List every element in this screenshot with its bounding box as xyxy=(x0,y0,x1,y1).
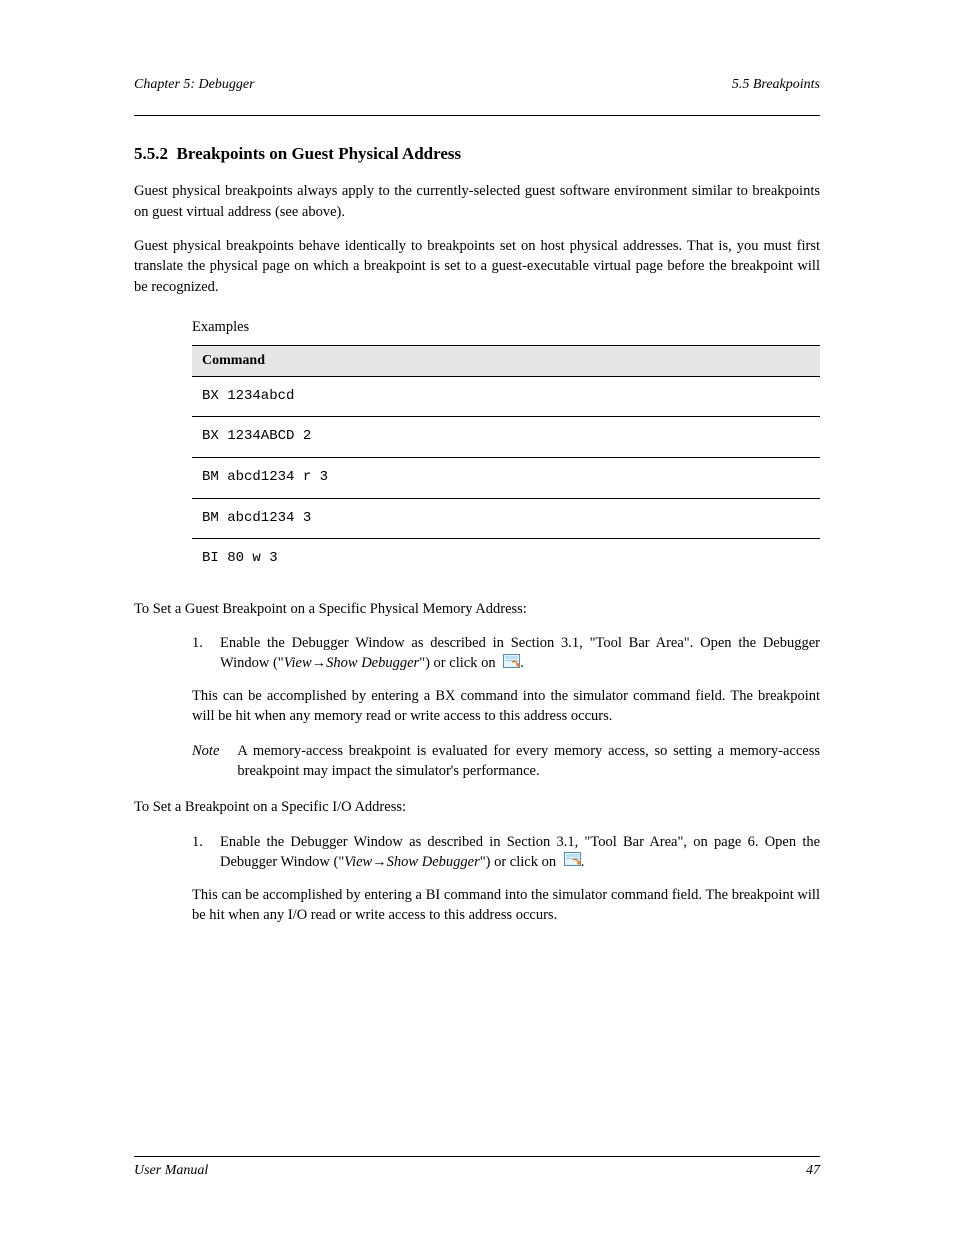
proc2-step-1: 1. Enable the Debugger Window as describ… xyxy=(192,832,820,873)
table-row: BM abcd1234 r 3 xyxy=(192,457,820,498)
header-rule xyxy=(134,115,820,116)
table-row: BX 1234ABCD 2 xyxy=(192,417,820,458)
table-row: BI 80 w 3 xyxy=(192,539,820,579)
header-chapter-num: Chapter 5: Debugger xyxy=(134,75,255,95)
proc1-step-1: 1. Enable the Debugger Window as describ… xyxy=(192,633,820,674)
section-link[interactable]: Section 3.1 xyxy=(507,834,575,850)
menu-path: View→Show Debugger xyxy=(344,854,479,870)
intro-paragraph-1: Guest physical breakpoints always apply … xyxy=(134,181,820,222)
step-number: 1. xyxy=(192,633,210,653)
footer-doc-ref: User Manual xyxy=(134,1161,208,1181)
header-row: Chapter 5: Debugger 5.5 Breakpoints xyxy=(134,75,820,95)
footer: User Manual 47 xyxy=(134,1161,820,1181)
intro-paragraph-2: Guest physical breakpoints behave identi… xyxy=(134,236,820,297)
step-number: 1. xyxy=(192,832,210,852)
table-row: BM abcd1234 3 xyxy=(192,498,820,539)
subsection-heading: 5.5.2 Breakpoints on Guest Physical Addr… xyxy=(134,142,820,166)
debugger-icon[interactable] xyxy=(503,654,520,674)
examples-label: Examples xyxy=(192,317,820,337)
examples-table: Command BX 1234abcd BX 1234ABCD 2 BM abc… xyxy=(192,345,820,579)
page-link[interactable]: 6 xyxy=(748,834,755,850)
examples-block: Examples Command BX 1234abcd BX 1234ABCD… xyxy=(192,317,820,579)
table-row: BX 1234abcd xyxy=(192,376,820,417)
note-block: Note A memory-access breakpoint is evalu… xyxy=(192,741,820,782)
proc1-after: This can be accomplished by entering a B… xyxy=(192,686,820,727)
menu-path: View→Show Debugger xyxy=(284,655,419,671)
proc1-heading: To Set a Guest Breakpoint on a Specific … xyxy=(134,599,820,619)
examples-table-header: Command xyxy=(192,346,820,377)
note-label: Note xyxy=(192,741,219,761)
step-body: Enable the Debugger Window as described … xyxy=(220,832,820,873)
proc2-heading: To Set a Breakpoint on a Specific I/O Ad… xyxy=(134,797,820,817)
debugger-icon[interactable] xyxy=(564,852,581,872)
header-section: 5.5 Breakpoints xyxy=(732,75,820,95)
footer-rule xyxy=(134,1156,820,1157)
step-body: Enable the Debugger Window as described … xyxy=(220,633,820,674)
section-link[interactable]: Section 3.1 xyxy=(511,635,579,651)
footer-page-num: 47 xyxy=(806,1161,820,1181)
note-body: A memory-access breakpoint is evaluated … xyxy=(237,741,820,782)
toolbar-area-link[interactable]: Tool Bar Area xyxy=(590,834,677,850)
proc2-after: This can be accomplished by entering a B… xyxy=(192,885,820,926)
toolbar-area-link[interactable]: Tool Bar Area xyxy=(596,635,684,651)
